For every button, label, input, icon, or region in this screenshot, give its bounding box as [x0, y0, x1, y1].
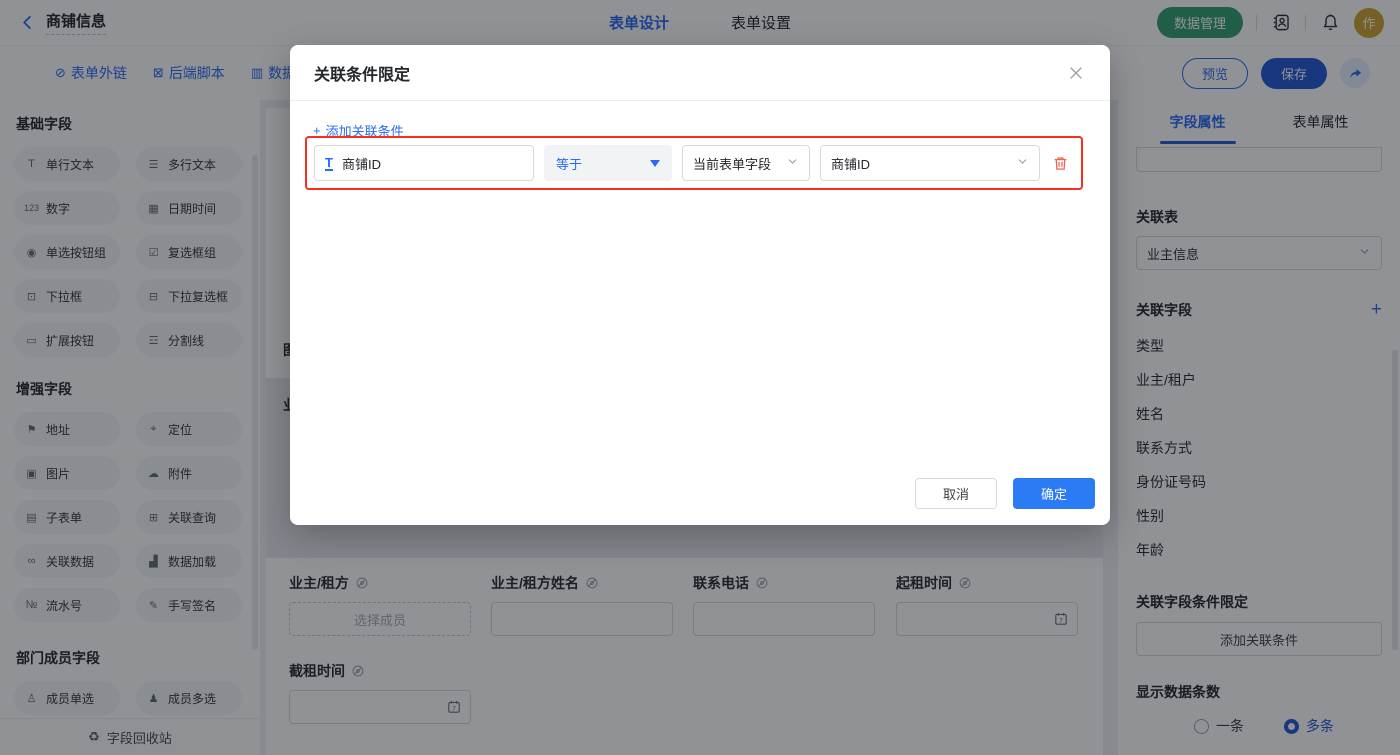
operator-select[interactable]: 等于 [544, 145, 672, 181]
chevron-down-icon [786, 155, 799, 171]
dialog-title: 关联条件限定 [314, 61, 410, 85]
source-field-select[interactable]: 商铺ID [820, 145, 1040, 181]
source-type-select[interactable]: 当前表单字段 [682, 145, 810, 181]
condition-dialog: 关联条件限定 + 添加关联条件 T 商铺ID 等于 当前表单字段 商铺ID [290, 45, 1110, 525]
confirm-button[interactable]: 确定 [1013, 478, 1095, 509]
condition-field-input[interactable]: T 商铺ID [314, 145, 534, 181]
text-field-icon: T [325, 156, 333, 171]
chevron-down-icon [1016, 155, 1029, 171]
source-field-value: 商铺ID [831, 154, 870, 173]
operator-value: 等于 [556, 154, 582, 173]
close-icon[interactable] [1066, 63, 1086, 83]
caret-down-icon [650, 160, 660, 167]
source-type-value: 当前表单字段 [693, 154, 771, 173]
delete-condition-icon[interactable] [1050, 153, 1070, 173]
condition-row-highlight: T 商铺ID 等于 当前表单字段 商铺ID [305, 136, 1083, 190]
cancel-button[interactable]: 取消 [915, 478, 997, 509]
condition-field-value: 商铺ID [342, 154, 381, 173]
